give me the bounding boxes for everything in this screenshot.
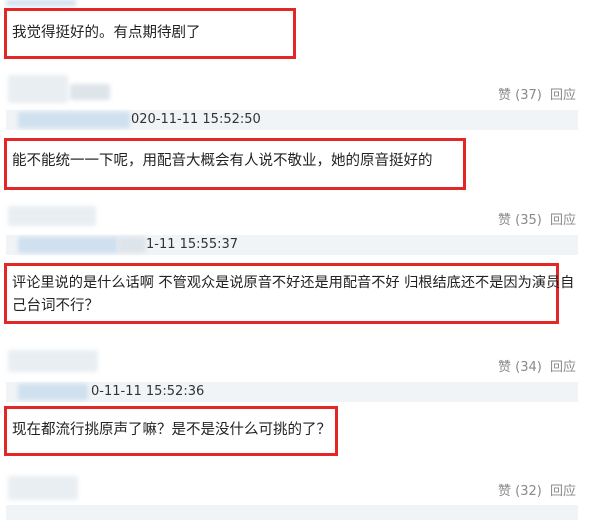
comment-timestamp: 020-11-11 15:52:50 [131,112,261,127]
reply-button[interactable]: 回应 [550,356,576,375]
like-button[interactable]: 赞 (37) [498,84,542,103]
like-button[interactable]: 赞 (32) [498,480,542,499]
comment-text-line2: 己台词不行？ [12,298,99,314]
blurred-username [18,237,118,253]
blurred-avatar [8,206,96,226]
blurred-avatar [8,75,68,103]
like-button[interactable]: 赞 (35) [498,209,542,228]
blurred-username [6,0,76,6]
reply-button[interactable]: 回应 [550,480,576,499]
blurred-username [70,84,110,100]
reply-button[interactable]: 回应 [550,209,576,228]
comment-timestamp: 1-11 15:55:37 [146,237,239,252]
like-button[interactable]: 赞 (34) [498,356,542,375]
blurred-avatar [8,476,78,500]
blurred-avatar [8,350,98,372]
comment-timestamp: 0-11-11 15:52:36 [91,384,205,399]
blurred-username [18,112,130,128]
blurred-username [18,384,88,400]
blurred-username [118,237,146,253]
comment-text-line1: 评论里说的是什么话啊 不管观众是说原音不好还是用配音不好 归根结底还不是因为演员… [12,275,575,291]
comment-text: 现在都流行挑原声了嘛？是不是没什么可挑的了？ [12,422,331,438]
comment-text: 我觉得挺好的。有点期待剧了 [12,25,201,41]
comment-text: 能不能统一一下呢，用配音大概会有人说不敬业，她的原音挺好的 [12,153,433,169]
comment-meta-bar [6,505,578,520]
reply-button[interactable]: 回应 [550,84,576,103]
